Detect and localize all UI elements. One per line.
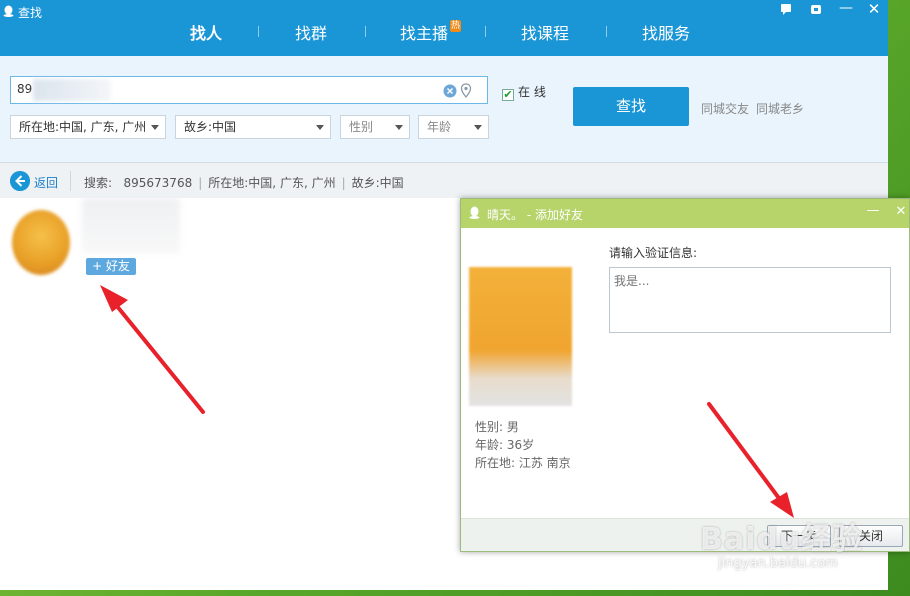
breadcrumb: 返回 搜索: 895673768 | 所在地:中国, 广东, 广州 | 故乡:中国: [0, 162, 888, 198]
divider: |: [198, 176, 203, 190]
window-title: 查找: [18, 6, 43, 20]
add-friend-button[interactable]: + 好友: [86, 258, 136, 275]
chevron-down-icon: [316, 125, 324, 130]
tab-find-people[interactable]: 找人: [190, 20, 222, 44]
same-city-hometown-link[interactable]: 同城老乡: [756, 100, 804, 117]
skin-glyph: [811, 5, 821, 14]
age-value: 年龄: [427, 120, 452, 134]
hot-badge: 热: [450, 20, 462, 32]
dialog-title: 晴天。 - 添加好友: [487, 208, 583, 222]
search-summary: 搜索: 895673768 | 所在地:中国, 广东, 广州 | 故乡:中国: [84, 174, 404, 191]
tab-separator: [258, 26, 259, 37]
skin-icon[interactable]: [808, 3, 824, 19]
location-dropdown[interactable]: 所在地:中国, 广东, 广州: [10, 115, 166, 139]
blurred-query: [33, 79, 111, 101]
tab-separator: [485, 26, 486, 37]
avatar[interactable]: [12, 210, 70, 275]
location-info: 所在地: 江苏 南京: [475, 456, 571, 470]
location-pin-icon[interactable]: [460, 83, 472, 98]
feedback-glyph: [781, 4, 791, 15]
tab-find-groups[interactable]: 找群: [295, 20, 327, 44]
chevron-down-icon: [151, 125, 159, 130]
close-icon[interactable]: ✕: [893, 204, 909, 220]
tab-separator: [606, 26, 607, 37]
hometown-value: 故乡:中国: [184, 120, 237, 134]
search-location: 所在地:中国, 广东, 广州: [208, 176, 336, 190]
find-button[interactable]: 查找: [573, 87, 689, 126]
dialog-title-bar: 晴天。 - 添加好友 — ✕: [461, 199, 909, 228]
tab-find-services[interactable]: 找服务: [642, 20, 690, 44]
gender-info: 性别: 男: [475, 420, 519, 434]
chevron-down-icon: [474, 125, 482, 130]
verify-message-input[interactable]: [609, 267, 891, 333]
close-icon[interactable]: ✕: [866, 1, 882, 17]
qq-logo-icon: [3, 5, 14, 17]
divider: |: [341, 176, 346, 190]
dialog-body: 性别: 男 年龄: 36岁 所在地: 江苏 南京 请输入验证信息:: [461, 228, 909, 518]
feedback-icon[interactable]: [778, 3, 794, 19]
tab-find-streamers-label: 找主播: [400, 24, 449, 43]
verify-label: 请输入验证信息:: [609, 246, 698, 260]
baidu-watermark-logo: Baidu经验: [700, 522, 864, 557]
gender-dropdown[interactable]: 性别: [340, 115, 410, 139]
clear-icon[interactable]: [443, 84, 457, 98]
age-dropdown[interactable]: 年龄: [418, 115, 489, 139]
add-friend-dialog: 晴天。 - 添加好友 — ✕ 性别: 男 年龄: 36岁 所在地: 江苏 南京 …: [460, 198, 910, 552]
back-arrow-icon[interactable]: [10, 171, 30, 191]
tab-find-streamers[interactable]: 找主播热: [400, 20, 462, 44]
same-city-friends-link[interactable]: 同城交友: [701, 100, 749, 117]
baidu-watermark-url: jingyan.baidu.com: [718, 556, 838, 571]
online-label: 在 线: [518, 85, 546, 99]
gender-value: 性别: [349, 120, 374, 134]
search-query: 895673768: [123, 176, 193, 190]
tab-separator: [365, 26, 366, 37]
tab-find-courses[interactable]: 找课程: [521, 20, 569, 44]
online-checkbox[interactable]: ✔ 在 线: [502, 83, 546, 101]
blurred-user-info: [82, 198, 180, 254]
chevron-down-icon: [395, 125, 403, 130]
qq-logo-icon: [469, 206, 480, 219]
minimize-icon[interactable]: —: [838, 0, 854, 16]
location-value: 所在地:中国, 广东, 广州: [19, 120, 147, 134]
hometown-dropdown[interactable]: 故乡:中国: [175, 115, 331, 139]
search-pane: ✔在 线 所在地:中国, 广东, 广州 故乡:中国 性别 年龄 查找 同城交友 …: [0, 56, 888, 162]
search-label: 搜索:: [84, 176, 113, 190]
title-bar: 查找 找人 找群 找主播热 找课程 找服务 — ✕: [0, 0, 888, 56]
divider: [70, 171, 71, 191]
search-box[interactable]: [10, 76, 488, 104]
avatar: [469, 267, 572, 406]
search-hometown: 故乡:中国: [351, 176, 404, 190]
age-info: 年龄: 36岁: [475, 438, 535, 452]
checkbox-check-icon[interactable]: ✔: [502, 89, 514, 101]
minimize-icon[interactable]: —: [865, 203, 881, 219]
back-link[interactable]: 返回: [34, 174, 58, 191]
